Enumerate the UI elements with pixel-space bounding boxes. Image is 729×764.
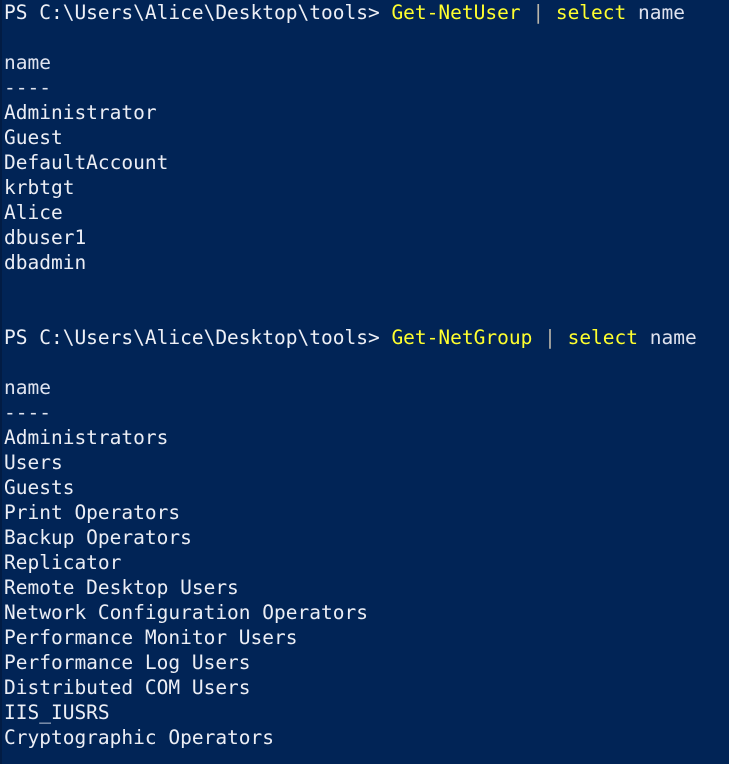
output-row-group: Cryptographic Operators	[4, 726, 275, 749]
output-row-group: Network Configuration Operators	[4, 601, 368, 624]
output-row-user: krbtgt	[4, 176, 75, 199]
output-row-group: Performance Log Users	[4, 651, 251, 674]
command-line-get-netuser[interactable]: PS C:\Users\Alice\Desktop\tools> Get-Net…	[2, 0, 729, 25]
select-keyword: select	[555, 1, 627, 24]
output-row-group: Distributed COM Users	[4, 676, 251, 699]
space-after-pipe	[556, 326, 568, 349]
output-header-users: name	[4, 51, 51, 74]
command-line-get-netgroup[interactable]: PS C:\Users\Alice\Desktop\tools> Get-Net…	[2, 325, 729, 350]
output-row-group: Remote Desktop Users	[4, 576, 239, 599]
select-property: name	[638, 1, 685, 24]
pipe-symbol: |	[544, 326, 556, 349]
select-keyword: select	[567, 326, 639, 349]
powershell-console[interactable]: PS C:\Users\Alice\Desktop\tools> Get-Net…	[0, 0, 729, 764]
space-before-pipe	[521, 1, 533, 24]
output-rule-users: ----	[4, 76, 51, 99]
output-row-user: Administrator	[4, 101, 157, 124]
output-row-group: Users	[4, 451, 63, 474]
output-row-user: dbadmin	[4, 251, 87, 274]
output-row-user: Guest	[4, 126, 63, 149]
output-row-group: Guests	[4, 476, 75, 499]
output-row-user: dbuser1	[4, 226, 87, 249]
pipe-symbol: |	[532, 1, 545, 24]
space-after-pipe	[544, 1, 556, 24]
output-row-group: Replicator	[4, 551, 122, 574]
output-row-user: Alice	[4, 201, 63, 224]
output-row-group: Backup Operators	[4, 526, 192, 549]
shell-prompt: PS C:\Users\Alice\Desktop\tools>	[4, 326, 380, 349]
shell-prompt: PS C:\Users\Alice\Desktop\tools>	[4, 1, 380, 24]
command-name-get-netuser: Get-NetUser	[391, 1, 521, 24]
output-row-group: Performance Monitor Users	[4, 626, 298, 649]
output-row-group: Print Operators	[4, 501, 181, 524]
select-property: name	[649, 326, 697, 349]
space-before-pipe	[532, 326, 544, 349]
output-header-groups: name	[4, 376, 51, 399]
output-row-group: Administrators	[4, 426, 169, 449]
output-rule-groups: ----	[4, 401, 51, 424]
command-name-get-netgroup: Get-NetGroup	[391, 326, 533, 349]
output-row-group: IIS_IUSRS	[4, 701, 110, 724]
space-before-property	[638, 326, 650, 349]
space-before-property	[626, 1, 638, 24]
output-row-user: DefaultAccount	[4, 151, 169, 174]
